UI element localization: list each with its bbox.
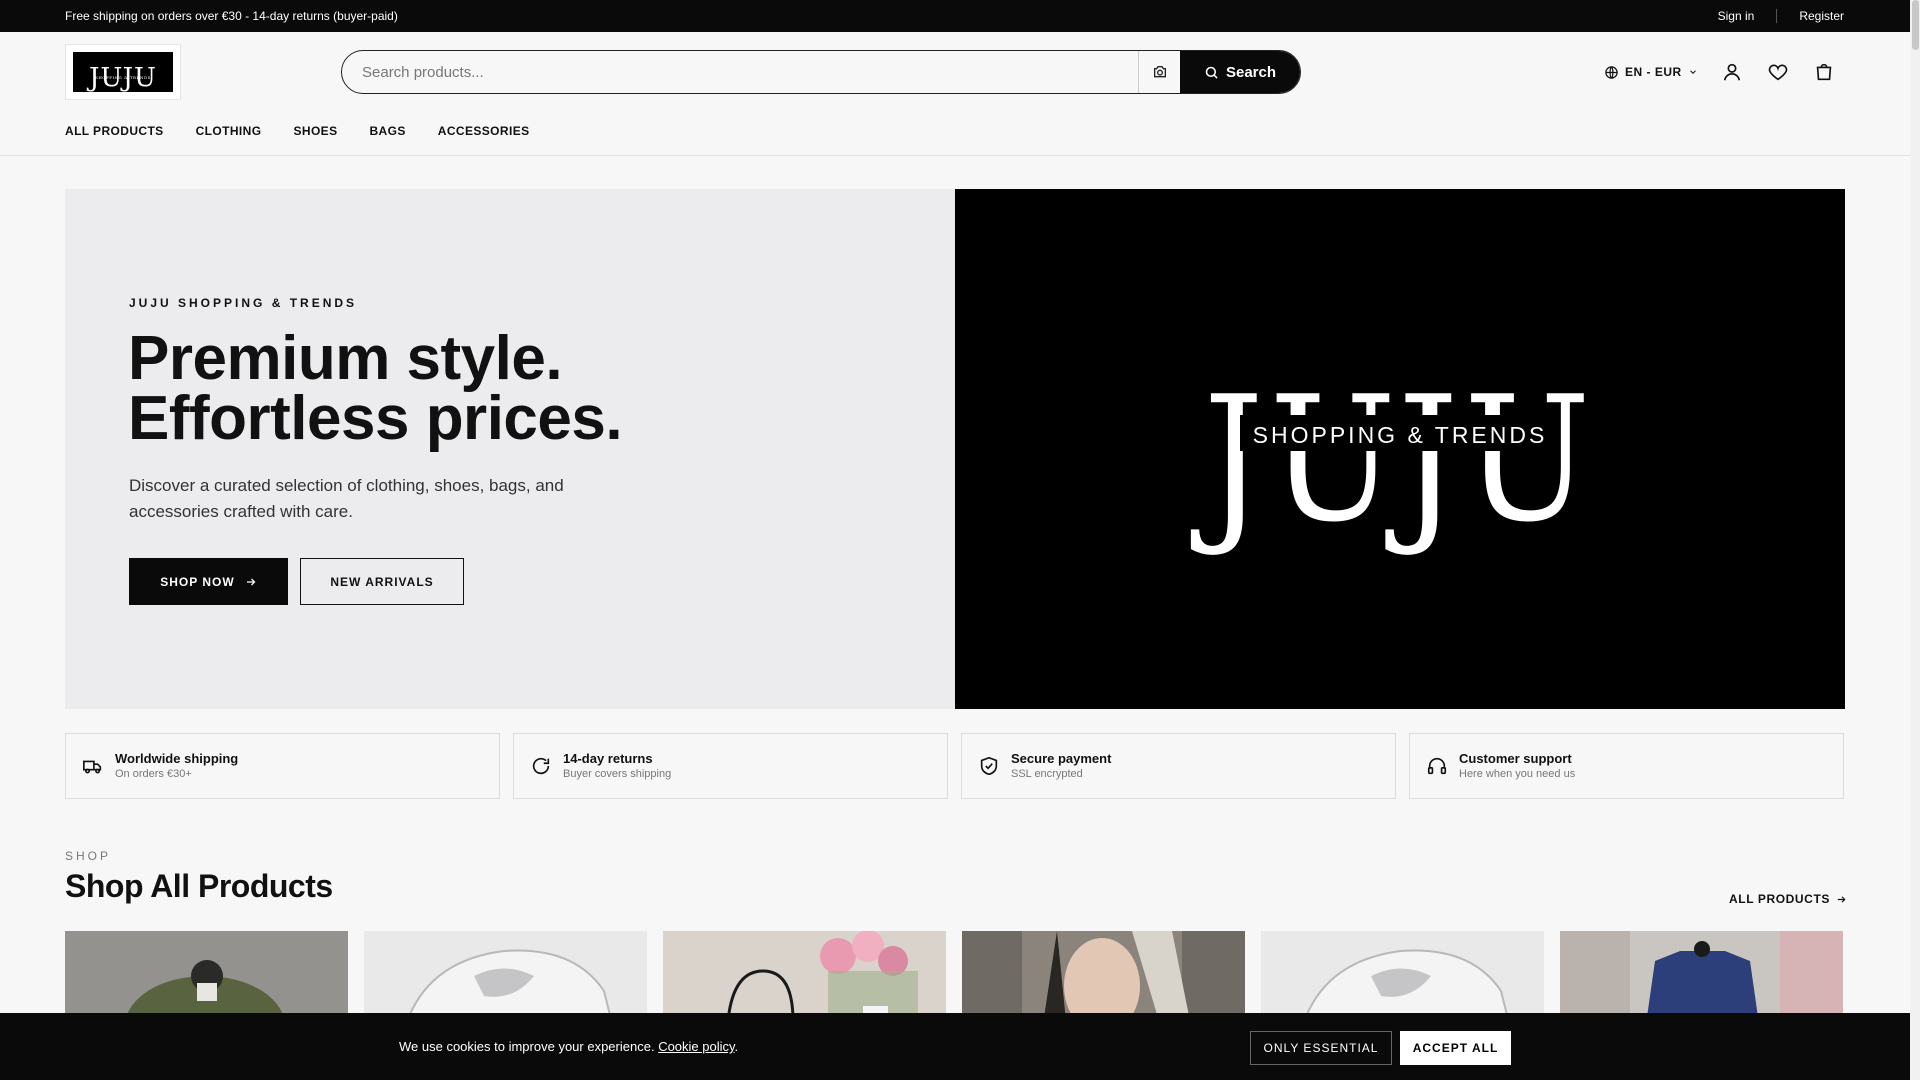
shop-title: Shop All Products [65, 868, 333, 904]
search-button[interactable]: Search [1180, 51, 1300, 93]
feature-subtitle: Here when you need us [1459, 768, 1576, 780]
shop-now-label: SHOP NOW [160, 574, 235, 589]
feature-card: Secure payment SSL encrypted [961, 733, 1396, 799]
feature-strip: Worldwide shipping On orders €30+ 14-day… [65, 733, 1844, 799]
shield-icon [980, 756, 998, 776]
accept-all-button[interactable]: ACCEPT ALL [1400, 1031, 1511, 1065]
search-input[interactable] [342, 51, 1138, 93]
register-link[interactable]: Register [1799, 9, 1844, 23]
hero-description: Discover a curated selection of clothing… [129, 476, 564, 521]
cookie-message: We use cookies to improve your experienc… [399, 1039, 655, 1054]
divider [1776, 9, 1778, 23]
cookie-banner: We use cookies to improve your experienc… [0, 1013, 1920, 1080]
globe-icon [1605, 65, 1618, 79]
account-button[interactable] [1720, 60, 1744, 84]
user-icon [1723, 63, 1740, 81]
nav-item-bags[interactable]: BAGS [369, 124, 405, 138]
feature-subtitle: SSL encrypted [1011, 768, 1083, 780]
site-header: JUJU SHOPPING & TRENDS Search EN - EUR [0, 32, 1910, 156]
cookie-period: . [734, 1039, 739, 1054]
feature-subtitle: On orders €30+ [115, 768, 192, 780]
cart-icon [1816, 63, 1831, 81]
image-search-button[interactable] [1138, 51, 1180, 93]
header-actions: EN - EUR [1604, 60, 1858, 84]
brand-logo-graphic: JUJU SHOPPING & TRENDS [1190, 360, 1596, 561]
hero-title-line-2: Effortless prices. [128, 384, 623, 453]
brand-logo-tagline: SHOPPING & TRENDS [1253, 422, 1548, 448]
cart-button[interactable] [1812, 60, 1836, 84]
feature-card: Customer support Here when you need us [1409, 733, 1844, 799]
new-arrivals-button[interactable]: NEW ARRIVALS [300, 558, 464, 605]
camera-icon [1153, 66, 1166, 78]
cookie-policy-link[interactable]: Cookie policy [658, 1039, 734, 1054]
all-products-link[interactable]: ALL PRODUCTS [1729, 892, 1847, 906]
language-currency-selector[interactable]: EN - EUR [1604, 65, 1698, 80]
arrow-right-icon [1837, 895, 1846, 903]
all-products-link-label: ALL PRODUCTS [1729, 892, 1830, 906]
feature-title: Worldwide shipping [115, 751, 239, 766]
promo-text: Free shipping on orders over €30 - 14-da… [65, 9, 398, 23]
feature-card: Worldwide shipping On orders €30+ [65, 733, 500, 799]
chevron-down-icon [1689, 70, 1696, 74]
category-nav: ALL PRODUCTS CLOTHING SHOES BAGS ACCESSO… [65, 124, 530, 138]
search-icon [1205, 66, 1218, 79]
logo-tagline: SHOPPING & TRENDS [95, 74, 151, 80]
feature-title: Customer support [1459, 751, 1572, 766]
cookie-message-container: We use cookies to improve your experienc… [399, 1039, 738, 1054]
hero-brand-image: JUJU SHOPPING & TRENDS [955, 189, 1845, 709]
search-bar: Search [341, 50, 1301, 94]
feature-subtitle: Buyer covers shipping [563, 768, 672, 780]
feature-title: 14-day returns [563, 751, 653, 766]
arrow-right-icon [246, 578, 256, 585]
logo[interactable]: JUJU SHOPPING & TRENDS [65, 44, 181, 100]
hero-eyebrow: JUJU SHOPPING & TRENDS [129, 296, 358, 310]
promo-bar: Free shipping on orders over €30 - 14-da… [0, 0, 1920, 32]
nav-item-shoes[interactable]: SHOES [293, 124, 337, 138]
new-arrivals-label: NEW ARRIVALS [330, 574, 434, 589]
refresh-icon [532, 757, 550, 775]
page-scrollbar[interactable] [1910, 0, 1920, 1080]
brand-logo-text: JUJU [1190, 360, 1596, 561]
logo-mark: JUJU SHOPPING & TRENDS [73, 52, 173, 92]
hero-title-line-1: Premium style. [128, 324, 563, 393]
sign-in-link[interactable]: Sign in [1718, 9, 1755, 23]
nav-item-all-products[interactable]: ALL PRODUCTS [65, 124, 164, 138]
scrollbar-thumb[interactable] [1912, 0, 1919, 50]
feature-card: 14-day returns Buyer covers shipping [513, 733, 948, 799]
headphones-icon [1427, 757, 1447, 775]
shop-eyebrow: SHOP [65, 849, 112, 863]
wishlist-button[interactable] [1766, 60, 1790, 84]
nav-item-accessories[interactable]: ACCESSORIES [438, 124, 530, 138]
auth-links: Sign in Register [1718, 9, 1844, 23]
hero-title: Premium style. Effortless prices. [128, 324, 623, 453]
nav-item-clothing[interactable]: CLOTHING [196, 124, 262, 138]
hero-text-panel: JUJU SHOPPING & TRENDS Premium style. Ef… [65, 189, 955, 709]
language-currency-label: EN - EUR [1625, 65, 1682, 79]
shop-now-button[interactable]: SHOP NOW [129, 558, 288, 605]
only-essential-button[interactable]: ONLY ESSENTIAL [1250, 1031, 1392, 1065]
feature-title: Secure payment [1011, 751, 1112, 766]
search-button-label: Search [1225, 63, 1277, 81]
truck-icon [83, 760, 102, 774]
heart-icon [1768, 64, 1787, 81]
